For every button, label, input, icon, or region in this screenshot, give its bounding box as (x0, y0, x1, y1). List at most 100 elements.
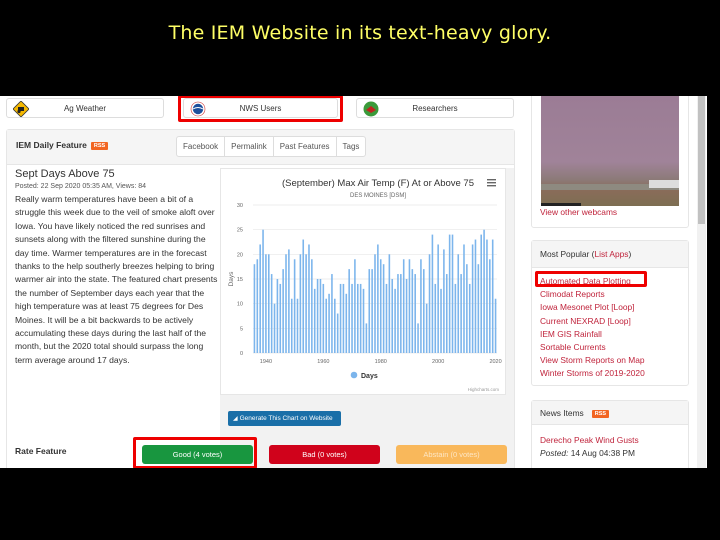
bar-1984[interactable] (391, 279, 394, 353)
popular-link-winter-storms[interactable]: Winter Storms of 2019-2020 (540, 367, 645, 380)
rss-badge[interactable]: RSS (90, 141, 109, 150)
bar-2005[interactable] (451, 234, 454, 353)
bar-1980[interactable] (379, 259, 382, 353)
view-webcams-link[interactable]: View other webcams (540, 207, 617, 217)
bar-2016[interactable] (483, 229, 485, 353)
bar-1986[interactable] (397, 274, 399, 353)
bar-1985[interactable] (394, 288, 396, 353)
popular-link-sortable-currents[interactable]: Sortable Currents (540, 341, 645, 354)
bar-1955[interactable] (308, 244, 310, 353)
bar-2011[interactable] (468, 283, 471, 353)
bar-1952[interactable] (299, 254, 302, 353)
bar-1978[interactable] (374, 254, 376, 353)
bar-1995[interactable] (423, 269, 425, 353)
bar-1940[interactable] (265, 254, 267, 353)
bar-1991[interactable] (411, 269, 414, 353)
bar-1972[interactable] (356, 283, 359, 353)
bar-1996[interactable] (425, 303, 428, 353)
bar-1970[interactable] (351, 283, 353, 353)
bar-1975[interactable] (365, 323, 368, 353)
bar-1998[interactable] (431, 234, 434, 353)
bar-1969[interactable] (348, 269, 350, 353)
bar-1948[interactable] (288, 249, 290, 353)
bar-1936[interactable] (253, 264, 256, 353)
bar-1981[interactable] (382, 264, 385, 353)
bar-1977[interactable] (371, 269, 373, 353)
bar-1989[interactable] (405, 279, 408, 353)
bar-1997[interactable] (428, 254, 431, 353)
bar-2000[interactable] (437, 244, 439, 353)
bar-1982[interactable] (385, 283, 388, 353)
chart-credits[interactable]: Highcharts.com (468, 387, 500, 392)
news-item-link[interactable]: Derecho Peak Wind Gusts (540, 435, 639, 445)
bar-1947[interactable] (285, 254, 287, 353)
bar-2015[interactable] (480, 234, 483, 353)
list-apps-link[interactable]: List Apps (594, 249, 628, 259)
bar-1943[interactable] (273, 303, 276, 353)
webcam-image[interactable] (541, 96, 679, 206)
legend-item-days[interactable]: Days (350, 371, 378, 380)
bar-1992[interactable] (414, 274, 416, 353)
bar-1976[interactable] (368, 269, 371, 353)
bar-2009[interactable] (463, 244, 465, 353)
tab-facebook[interactable]: Facebook (176, 136, 226, 157)
bar-1965[interactable] (336, 313, 339, 353)
popular-link-storm-reports[interactable]: View Storm Reports on Map (540, 354, 645, 367)
bar-1961[interactable] (325, 298, 327, 353)
bar-1962[interactable] (328, 293, 330, 353)
bar-2003[interactable] (445, 274, 448, 353)
popular-link-climodat-reports[interactable]: Climodat Reports (540, 288, 645, 301)
bar-2018[interactable] (489, 259, 491, 353)
vote-abstain-button[interactable]: Abstain (0 votes) (396, 445, 507, 464)
scrollbar-thumb[interactable] (698, 96, 705, 224)
bar-1967[interactable] (342, 283, 345, 353)
bar-1953[interactable] (302, 239, 305, 353)
popular-link-iowa-mesonet-plot[interactable]: Iowa Mesonet Plot [Loop] (540, 301, 645, 314)
bar-2006[interactable] (454, 283, 457, 353)
bar-1946[interactable] (282, 269, 284, 353)
bar-1958[interactable] (316, 279, 319, 353)
bar-1974[interactable] (362, 288, 365, 353)
bar-1942[interactable] (270, 274, 273, 353)
bar-1954[interactable] (305, 254, 307, 353)
bar-2002[interactable] (443, 249, 445, 353)
bar-2008[interactable] (460, 274, 462, 353)
bar-1963[interactable] (331, 274, 333, 353)
bar-1968[interactable] (345, 293, 348, 353)
bar-1993[interactable] (417, 323, 419, 353)
news-rss-badge[interactable]: RSS (591, 409, 610, 418)
bar-2014[interactable] (477, 264, 480, 353)
generate-chart-button[interactable]: ◢ Generate This Chart on Website (228, 411, 341, 426)
bar-2007[interactable] (457, 254, 460, 353)
bar-1950[interactable] (293, 259, 296, 353)
bar-1941[interactable] (267, 254, 270, 353)
bar-1999[interactable] (434, 283, 437, 353)
bar-2013[interactable] (474, 239, 477, 353)
tab-permalink[interactable]: Permalink (224, 136, 274, 157)
bar-2010[interactable] (466, 264, 468, 353)
bar-1960[interactable] (322, 283, 325, 353)
bar-1973[interactable] (359, 283, 362, 353)
bar-1983[interactable] (388, 254, 391, 353)
bar-1938[interactable] (259, 244, 261, 353)
bar-1988[interactable] (402, 259, 405, 353)
bar-1949[interactable] (290, 298, 293, 353)
bar-2012[interactable] (471, 244, 474, 353)
bar-1937[interactable] (256, 259, 259, 353)
bar-1944[interactable] (276, 279, 279, 353)
bar-1939[interactable] (262, 229, 264, 353)
bar-1957[interactable] (313, 288, 316, 353)
bar-1979[interactable] (377, 244, 379, 353)
researchers-button[interactable]: Researchers (356, 98, 514, 118)
vote-bad-button[interactable]: Bad (0 votes) (269, 445, 380, 464)
bar-1994[interactable] (420, 259, 422, 353)
bar-1964[interactable] (334, 298, 336, 353)
bar-1987[interactable] (400, 274, 402, 353)
bar-1945[interactable] (279, 283, 282, 353)
tab-past-features[interactable]: Past Features (272, 136, 337, 157)
popular-link-current-nexrad[interactable]: Current NEXRAD [Loop] (540, 315, 645, 328)
bar-1990[interactable] (408, 259, 411, 353)
bar-2004[interactable] (448, 234, 451, 353)
page-scrollbar[interactable] (697, 96, 706, 468)
bar-1956[interactable] (311, 259, 313, 353)
